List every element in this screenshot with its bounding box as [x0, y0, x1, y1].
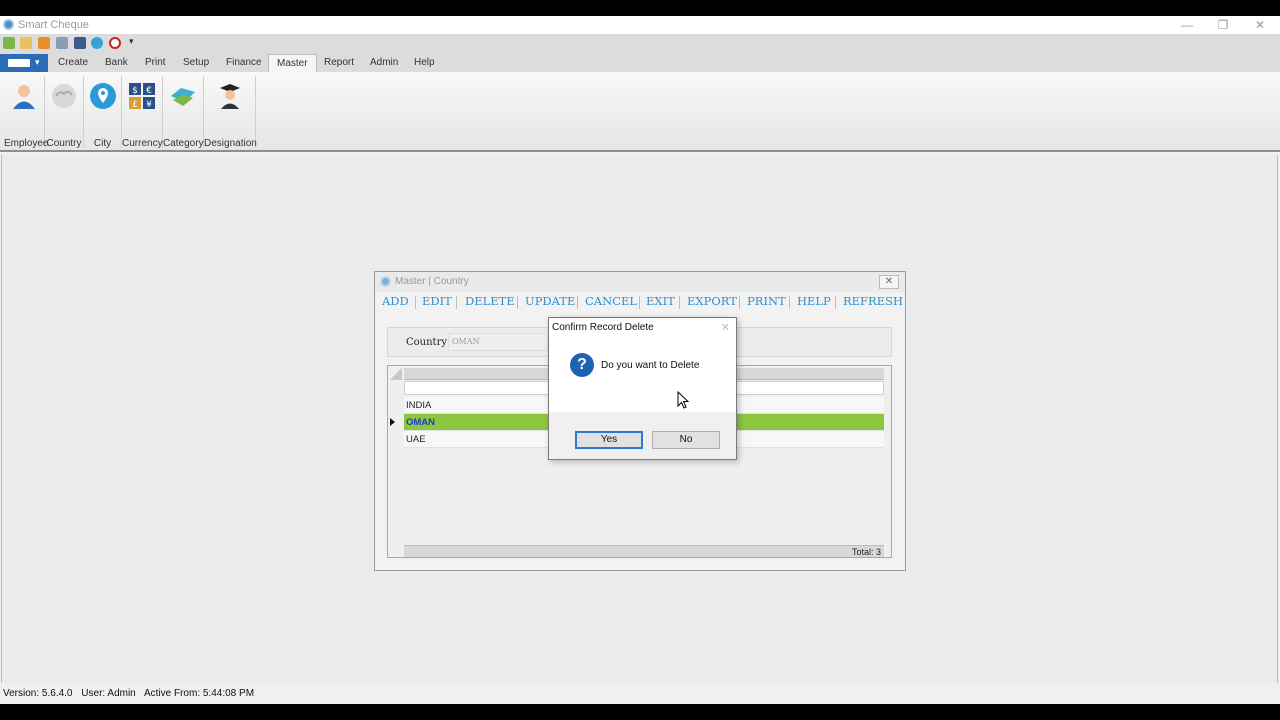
total-count: Total: 3: [851, 547, 881, 557]
active-from-text: Active From: 5:44:08 PM: [143, 688, 255, 699]
version-text: Version: 5.6.4.0: [3, 688, 73, 699]
city-button[interactable]: City: [84, 76, 122, 149]
confirm-delete-dialog: Confirm Record Delete ✕ ? Do you want to…: [548, 317, 737, 460]
menu-separator: [517, 296, 518, 309]
menu-separator: [835, 296, 836, 309]
app-menu-icon: [8, 59, 30, 67]
restore-button[interactable]: ❐: [1208, 17, 1238, 33]
map-pin-icon: [89, 83, 116, 109]
close-button[interactable]: ✕: [1245, 17, 1275, 33]
svg-text:£: £: [132, 100, 138, 110]
menu-edit[interactable]: EDIT: [422, 294, 452, 308]
grid-corner: [390, 368, 402, 380]
menu-add[interactable]: ADD: [382, 294, 409, 308]
employee-button[interactable]: Employee: [4, 76, 49, 149]
tab-report[interactable]: Report: [316, 54, 362, 72]
menu-delete[interactable]: DELETE: [465, 294, 515, 308]
graduate-icon: [219, 84, 240, 109]
menu-refresh[interactable]: REFRESH: [843, 294, 903, 308]
menu-update[interactable]: UPDATE: [525, 294, 575, 308]
currency-icon: $ € £ ¥: [129, 83, 155, 110]
menu-separator: [789, 296, 790, 309]
title-bar: Smart Cheque — ❐ ✕: [0, 16, 1280, 34]
dialog-footer: Yes No: [549, 412, 736, 459]
tab-master[interactable]: Master: [268, 54, 317, 72]
svg-text:€: €: [146, 86, 152, 96]
category-button[interactable]: Category: [163, 76, 204, 149]
menu-separator: [456, 296, 457, 309]
tab-create[interactable]: Create: [50, 54, 96, 72]
country-button[interactable]: Country: [45, 76, 84, 149]
svg-text:¥: ¥: [146, 100, 152, 110]
window-title-bar: Master | Country ✕: [375, 272, 905, 292]
currency-button[interactable]: $ € £ ¥ Currency: [122, 76, 163, 149]
dialog-close-button[interactable]: ✕: [721, 321, 730, 334]
application-menu-button[interactable]: ▾: [0, 54, 48, 72]
user-text: User: Admin: [81, 688, 136, 699]
menu-separator: [415, 296, 416, 309]
menu-separator: [739, 296, 740, 309]
no-button[interactable]: No: [652, 431, 720, 449]
window-logo-icon: [380, 276, 391, 287]
new-icon[interactable]: [3, 37, 15, 49]
menu-help[interactable]: HELP: [797, 294, 831, 308]
currency-label: Currency: [122, 138, 163, 149]
designation-label: Designation: [204, 138, 257, 149]
settings-icon[interactable]: [74, 37, 86, 49]
app-title: Smart Cheque: [18, 19, 89, 31]
tab-setup[interactable]: Setup: [175, 54, 217, 72]
minimize-button[interactable]: —: [1172, 17, 1202, 33]
employee-icon: [13, 85, 35, 109]
country-label: Country: [46, 138, 82, 149]
ribbon-panel: Employee Country City $ € £ ¥ Currency C…: [0, 72, 1280, 152]
yes-button[interactable]: Yes: [575, 431, 643, 449]
dialog-title: Confirm Record Delete: [552, 322, 654, 333]
svg-text:$: $: [132, 86, 138, 96]
country-field-label: Country: [406, 337, 448, 348]
row-indicator-icon: [390, 418, 395, 426]
action-menu: ADD EDIT DELETE UPDATE CANCEL EXIT EXPOR…: [375, 294, 905, 312]
tab-admin[interactable]: Admin: [362, 54, 406, 72]
employee-label: Employee: [4, 138, 49, 149]
menu-print[interactable]: PRINT: [747, 294, 786, 308]
category-icon: [171, 88, 195, 106]
menu-export[interactable]: EXPORT: [687, 294, 737, 308]
window-close-button[interactable]: ✕: [879, 275, 899, 289]
menu-exit[interactable]: EXIT: [646, 294, 675, 308]
grid-footer: Total: 3: [404, 545, 884, 557]
tab-print[interactable]: Print: [137, 54, 174, 72]
category-label: Category: [163, 138, 204, 149]
power-icon[interactable]: [109, 37, 121, 49]
menu-cancel[interactable]: CANCEL: [585, 294, 637, 308]
status-bar: Version: 5.6.4.0 User: Admin Active From…: [0, 684, 1280, 704]
app-logo-icon: [3, 19, 14, 30]
country-input[interactable]: OMAN: [448, 333, 548, 351]
window-title: Master | Country: [395, 276, 469, 287]
customize-toolbar-icon[interactable]: ▾: [129, 36, 134, 47]
print-icon[interactable]: [56, 37, 68, 49]
quick-access-toolbar: ▾: [0, 34, 1280, 52]
menu-separator: [577, 296, 578, 309]
designation-button[interactable]: Designation: [204, 76, 257, 149]
screen: Smart Cheque — ❐ ✕ ▾ ▾ Create Bank Print…: [0, 16, 1280, 704]
menu-separator: [679, 296, 680, 309]
mail-icon[interactable]: [38, 37, 50, 49]
city-label: City: [93, 138, 112, 149]
tab-help[interactable]: Help: [406, 54, 443, 72]
tab-finance[interactable]: Finance: [218, 54, 270, 72]
globe-icon: [52, 84, 76, 108]
ribbon-tabs: ▾ Create Bank Print Setup Finance Master…: [0, 52, 1280, 72]
dialog-message: Do you want to Delete: [601, 360, 700, 371]
tab-bank[interactable]: Bank: [97, 54, 136, 72]
menu-separator: [639, 296, 640, 309]
mouse-cursor-icon: [677, 391, 690, 409]
question-icon: ?: [570, 353, 594, 377]
open-icon[interactable]: [20, 37, 32, 49]
refresh-icon[interactable]: [91, 37, 103, 49]
chevron-down-icon: ▾: [35, 57, 40, 67]
